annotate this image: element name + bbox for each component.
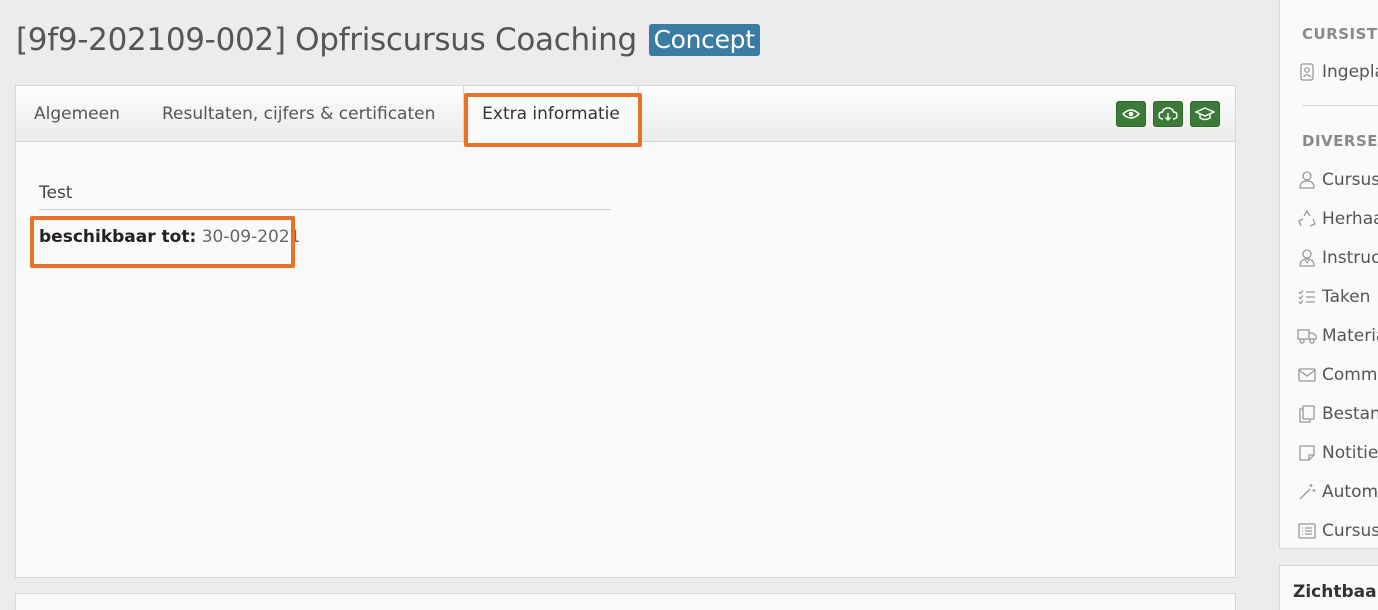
sidebar-item-label: Comm: [1322, 365, 1378, 385]
recycle-icon: [1297, 209, 1317, 229]
instructor-icon: [1297, 248, 1317, 268]
main-panel: Algemeen Resultaten, cijfers & certifica…: [15, 85, 1236, 578]
sidebar-item-label: Taken: [1322, 287, 1371, 307]
sidebar-item-cursus[interactable]: Cursus: [1297, 168, 1378, 192]
id-badge-icon: [1297, 62, 1317, 82]
sidebar-item-instructeurs[interactable]: Instruc: [1297, 246, 1378, 270]
sidebar-item-herhaling[interactable]: Herhaa: [1297, 207, 1378, 231]
tab-resultaten[interactable]: Resultaten, cijfers & certificaten: [162, 86, 435, 142]
sidebar-item-ingepland[interactable]: Ingepla: [1297, 60, 1378, 84]
note-icon: [1297, 443, 1317, 463]
copy-icon: [1297, 404, 1317, 424]
sidebar-divider: [1302, 105, 1378, 106]
sidebar-item-materialen[interactable]: Materia: [1297, 324, 1378, 348]
envelope-icon: [1297, 365, 1317, 385]
tab-extra-informatie[interactable]: Extra informatie: [463, 86, 639, 143]
graduation-cap-icon: [1195, 107, 1215, 121]
certificate-button[interactable]: [1190, 101, 1220, 127]
sidebar-item-bestanden[interactable]: Bestan: [1297, 402, 1378, 426]
tab-bar: Algemeen Resultaten, cijfers & certifica…: [16, 86, 1235, 143]
sidebar: CURSISTE Ingepla DIVERSE Cursus Herhaa I…: [1279, 0, 1378, 549]
bottom-panel: [15, 593, 1236, 610]
sidebar-item-taken[interactable]: Taken: [1297, 285, 1370, 309]
sidebar-item-automatisering[interactable]: Autom: [1297, 480, 1378, 504]
visibility-panel: Zichtbaarl: [1279, 565, 1378, 610]
preview-button[interactable]: [1116, 101, 1146, 127]
user-icon: [1297, 170, 1317, 190]
tab-actions: [1116, 101, 1220, 127]
sidebar-item-label: Bestan: [1322, 404, 1378, 424]
field-label: beschikbaar tot:: [39, 227, 197, 247]
sidebar-item-label: Materia: [1322, 326, 1378, 346]
sidebar-item-label: Notitie: [1322, 443, 1378, 463]
sidebar-item-label: Autom: [1322, 482, 1378, 502]
sidebar-item-notities[interactable]: Notitie: [1297, 441, 1378, 465]
sidebar-heading-diverse: DIVERSE: [1302, 132, 1378, 150]
page-title-text: [9f9-202109-002] Opfriscursus Coaching: [16, 22, 637, 58]
truck-icon: [1297, 326, 1317, 346]
tab-algemeen[interactable]: Algemeen: [34, 86, 120, 142]
section-heading: Test: [39, 183, 611, 210]
download-button[interactable]: [1153, 101, 1183, 127]
sidebar-heading-cursisten: CURSISTE: [1302, 25, 1378, 43]
sidebar-item-label: Instruc: [1322, 248, 1378, 268]
magic-wand-icon: [1297, 482, 1317, 502]
cloud-download-icon: [1158, 107, 1178, 121]
sidebar-item-label: Ingepla: [1322, 62, 1378, 82]
sidebar-item-cursuslijst[interactable]: Cursus: [1297, 519, 1378, 543]
sidebar-item-label: Herhaa: [1322, 209, 1378, 229]
checklist-icon: [1297, 287, 1317, 307]
list-icon: [1297, 521, 1317, 541]
field-row: beschikbaar tot: 30-09-2021: [39, 227, 300, 247]
sidebar-item-label: Cursus: [1322, 170, 1378, 190]
sidebar-item-label: Cursus: [1322, 521, 1378, 541]
visibility-panel-title: Zichtbaarl: [1293, 582, 1378, 602]
field-value: 30-09-2021: [201, 227, 301, 247]
status-badge: Concept: [649, 24, 760, 56]
sidebar-item-communicatie[interactable]: Comm: [1297, 363, 1377, 387]
page-title: [9f9-202109-002] Opfriscursus Coaching C…: [16, 22, 760, 58]
eye-icon: [1122, 109, 1140, 119]
